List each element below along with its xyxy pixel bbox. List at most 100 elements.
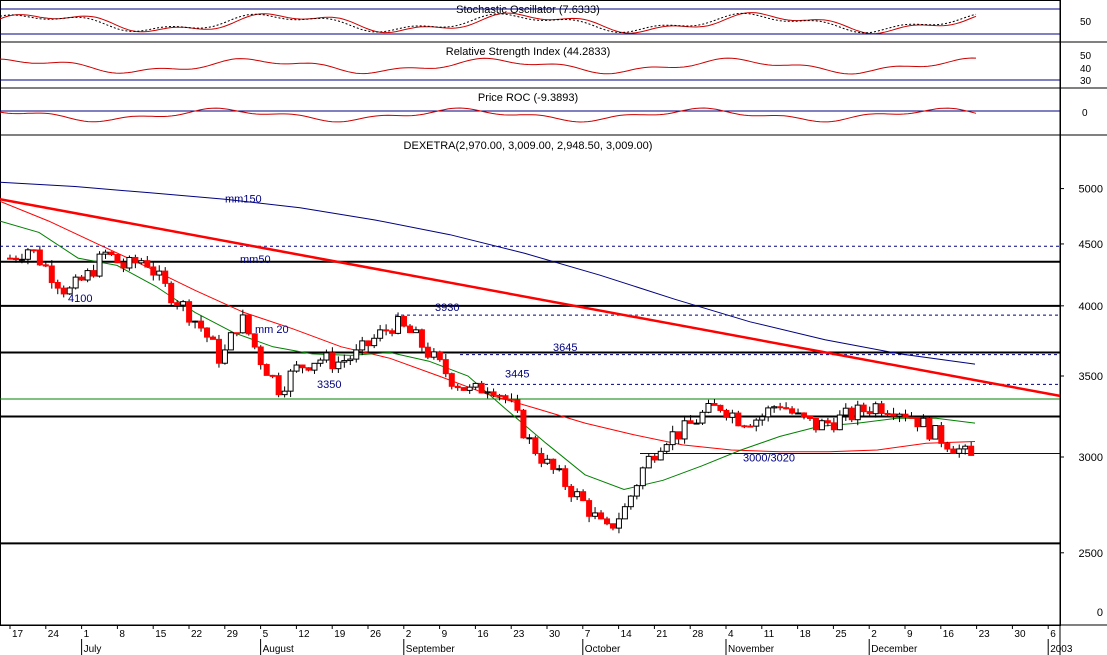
month-label-1: August bbox=[263, 644, 294, 655]
candle-body-156 bbox=[938, 425, 945, 444]
candle-body-22 bbox=[138, 260, 145, 264]
month-label-0: July bbox=[84, 644, 102, 655]
xtick-label-2: 1 bbox=[84, 629, 90, 640]
xtick-label-14: 23 bbox=[513, 629, 525, 640]
candle-body-30 bbox=[186, 301, 193, 323]
annotation-1: mm50 bbox=[240, 254, 271, 266]
xtick-label-5: 22 bbox=[191, 629, 203, 640]
candle-body-102 bbox=[615, 518, 622, 529]
xtick-label-28: 30 bbox=[1014, 629, 1026, 640]
candle-body-94 bbox=[568, 485, 575, 498]
candle-body-68 bbox=[412, 329, 419, 334]
candle-body-0 bbox=[7, 257, 13, 260]
candle-body-16 bbox=[102, 251, 109, 255]
xtick-label-18: 21 bbox=[656, 629, 668, 640]
candle-body-123 bbox=[741, 425, 748, 428]
candle-body-131 bbox=[789, 408, 796, 414]
candle-body-89 bbox=[538, 452, 545, 464]
candle-body-6 bbox=[42, 264, 49, 267]
candle-body-48 bbox=[293, 364, 300, 372]
candle-body-8 bbox=[54, 281, 61, 289]
candle-body-146 bbox=[878, 403, 885, 414]
candle-body-63 bbox=[383, 329, 390, 332]
candle-body-114 bbox=[687, 420, 694, 424]
month-label-4: November bbox=[728, 644, 775, 655]
candle-body-5 bbox=[36, 249, 43, 266]
candle-body-117 bbox=[705, 403, 712, 413]
candle-body-138 bbox=[830, 422, 837, 431]
candle-body-73 bbox=[442, 359, 449, 375]
month-label-2: September bbox=[406, 644, 456, 655]
ytick-label-4500: 4500 bbox=[1079, 239, 1103, 251]
xtick-label-22: 18 bbox=[800, 629, 812, 640]
candle-body-65 bbox=[395, 316, 402, 334]
candle-body-136 bbox=[818, 420, 825, 431]
candle-body-29 bbox=[180, 301, 187, 306]
xtick-label-4: 15 bbox=[155, 629, 167, 640]
candle-body-147 bbox=[884, 412, 891, 415]
candle-body-12 bbox=[78, 276, 85, 281]
candle-body-27 bbox=[168, 282, 175, 304]
candle-body-118 bbox=[711, 403, 718, 406]
candle-body-25 bbox=[156, 270, 163, 276]
candle-body-121 bbox=[729, 412, 736, 418]
rsi-tick-30: 30 bbox=[1080, 76, 1092, 87]
candle-body-99 bbox=[598, 512, 605, 520]
candle-body-84 bbox=[508, 398, 515, 401]
candle-body-98 bbox=[592, 512, 599, 517]
xtick-label-11: 2 bbox=[406, 629, 412, 640]
candle-body-140 bbox=[842, 407, 849, 416]
candle-body-15 bbox=[96, 253, 103, 277]
candle-body-144 bbox=[866, 411, 873, 415]
candle-body-67 bbox=[406, 325, 413, 334]
month-label-3: October bbox=[585, 644, 621, 655]
candle-body-97 bbox=[586, 500, 593, 517]
candle-body-34 bbox=[209, 336, 216, 340]
candle-body-46 bbox=[281, 390, 288, 396]
candle-body-76 bbox=[460, 387, 467, 391]
candle-body-59 bbox=[359, 340, 366, 351]
candle-body-36 bbox=[221, 349, 228, 364]
candle-body-23 bbox=[144, 260, 151, 268]
candle-body-91 bbox=[550, 458, 557, 470]
candle-body-19 bbox=[120, 262, 127, 269]
candle-body-57 bbox=[347, 358, 354, 362]
xtick-label-8: 12 bbox=[298, 629, 310, 640]
annotation-8: 3000/3020 bbox=[743, 452, 795, 464]
candle-body-83 bbox=[502, 395, 509, 400]
candle-body-85 bbox=[514, 399, 521, 411]
candle-body-113 bbox=[681, 420, 688, 440]
candle-body-60 bbox=[365, 340, 372, 347]
xtick-label-7: 5 bbox=[263, 629, 269, 640]
candle-body-20 bbox=[126, 256, 133, 269]
candle-body-129 bbox=[777, 406, 784, 409]
candle-body-71 bbox=[430, 351, 437, 358]
candle-body-7 bbox=[48, 265, 55, 283]
candle-body-86 bbox=[520, 409, 527, 439]
candle-body-79 bbox=[478, 382, 485, 394]
candle-body-35 bbox=[215, 338, 222, 364]
candle-body-160 bbox=[962, 445, 969, 450]
candle-body-132 bbox=[795, 412, 802, 415]
candle-body-120 bbox=[723, 409, 730, 418]
candle-body-53 bbox=[323, 352, 330, 361]
candle-body-52 bbox=[317, 359, 324, 364]
xtick-label-20: 4 bbox=[728, 629, 734, 640]
rsi-tick-50: 50 bbox=[1080, 51, 1092, 62]
candle-body-135 bbox=[812, 418, 819, 431]
candle-body-122 bbox=[735, 412, 742, 427]
candle-body-26 bbox=[162, 270, 169, 284]
xtick-label-10: 26 bbox=[370, 629, 382, 640]
candle-body-28 bbox=[174, 302, 181, 306]
candle-body-13 bbox=[84, 270, 91, 281]
candle-body-93 bbox=[562, 468, 569, 487]
annotation-5: 3645 bbox=[553, 342, 577, 354]
candle-body-70 bbox=[424, 346, 431, 358]
candle-body-1 bbox=[12, 257, 19, 261]
rsi-tick-40: 40 bbox=[1080, 64, 1092, 75]
candle-body-105 bbox=[633, 485, 640, 497]
xtick-label-21: 11 bbox=[764, 629, 775, 640]
stochastic-title: Stochastic Oscillator (7.6333) bbox=[456, 4, 600, 16]
candle-body-55 bbox=[335, 361, 342, 370]
roc-title: Price ROC (-9.3893) bbox=[478, 92, 578, 104]
